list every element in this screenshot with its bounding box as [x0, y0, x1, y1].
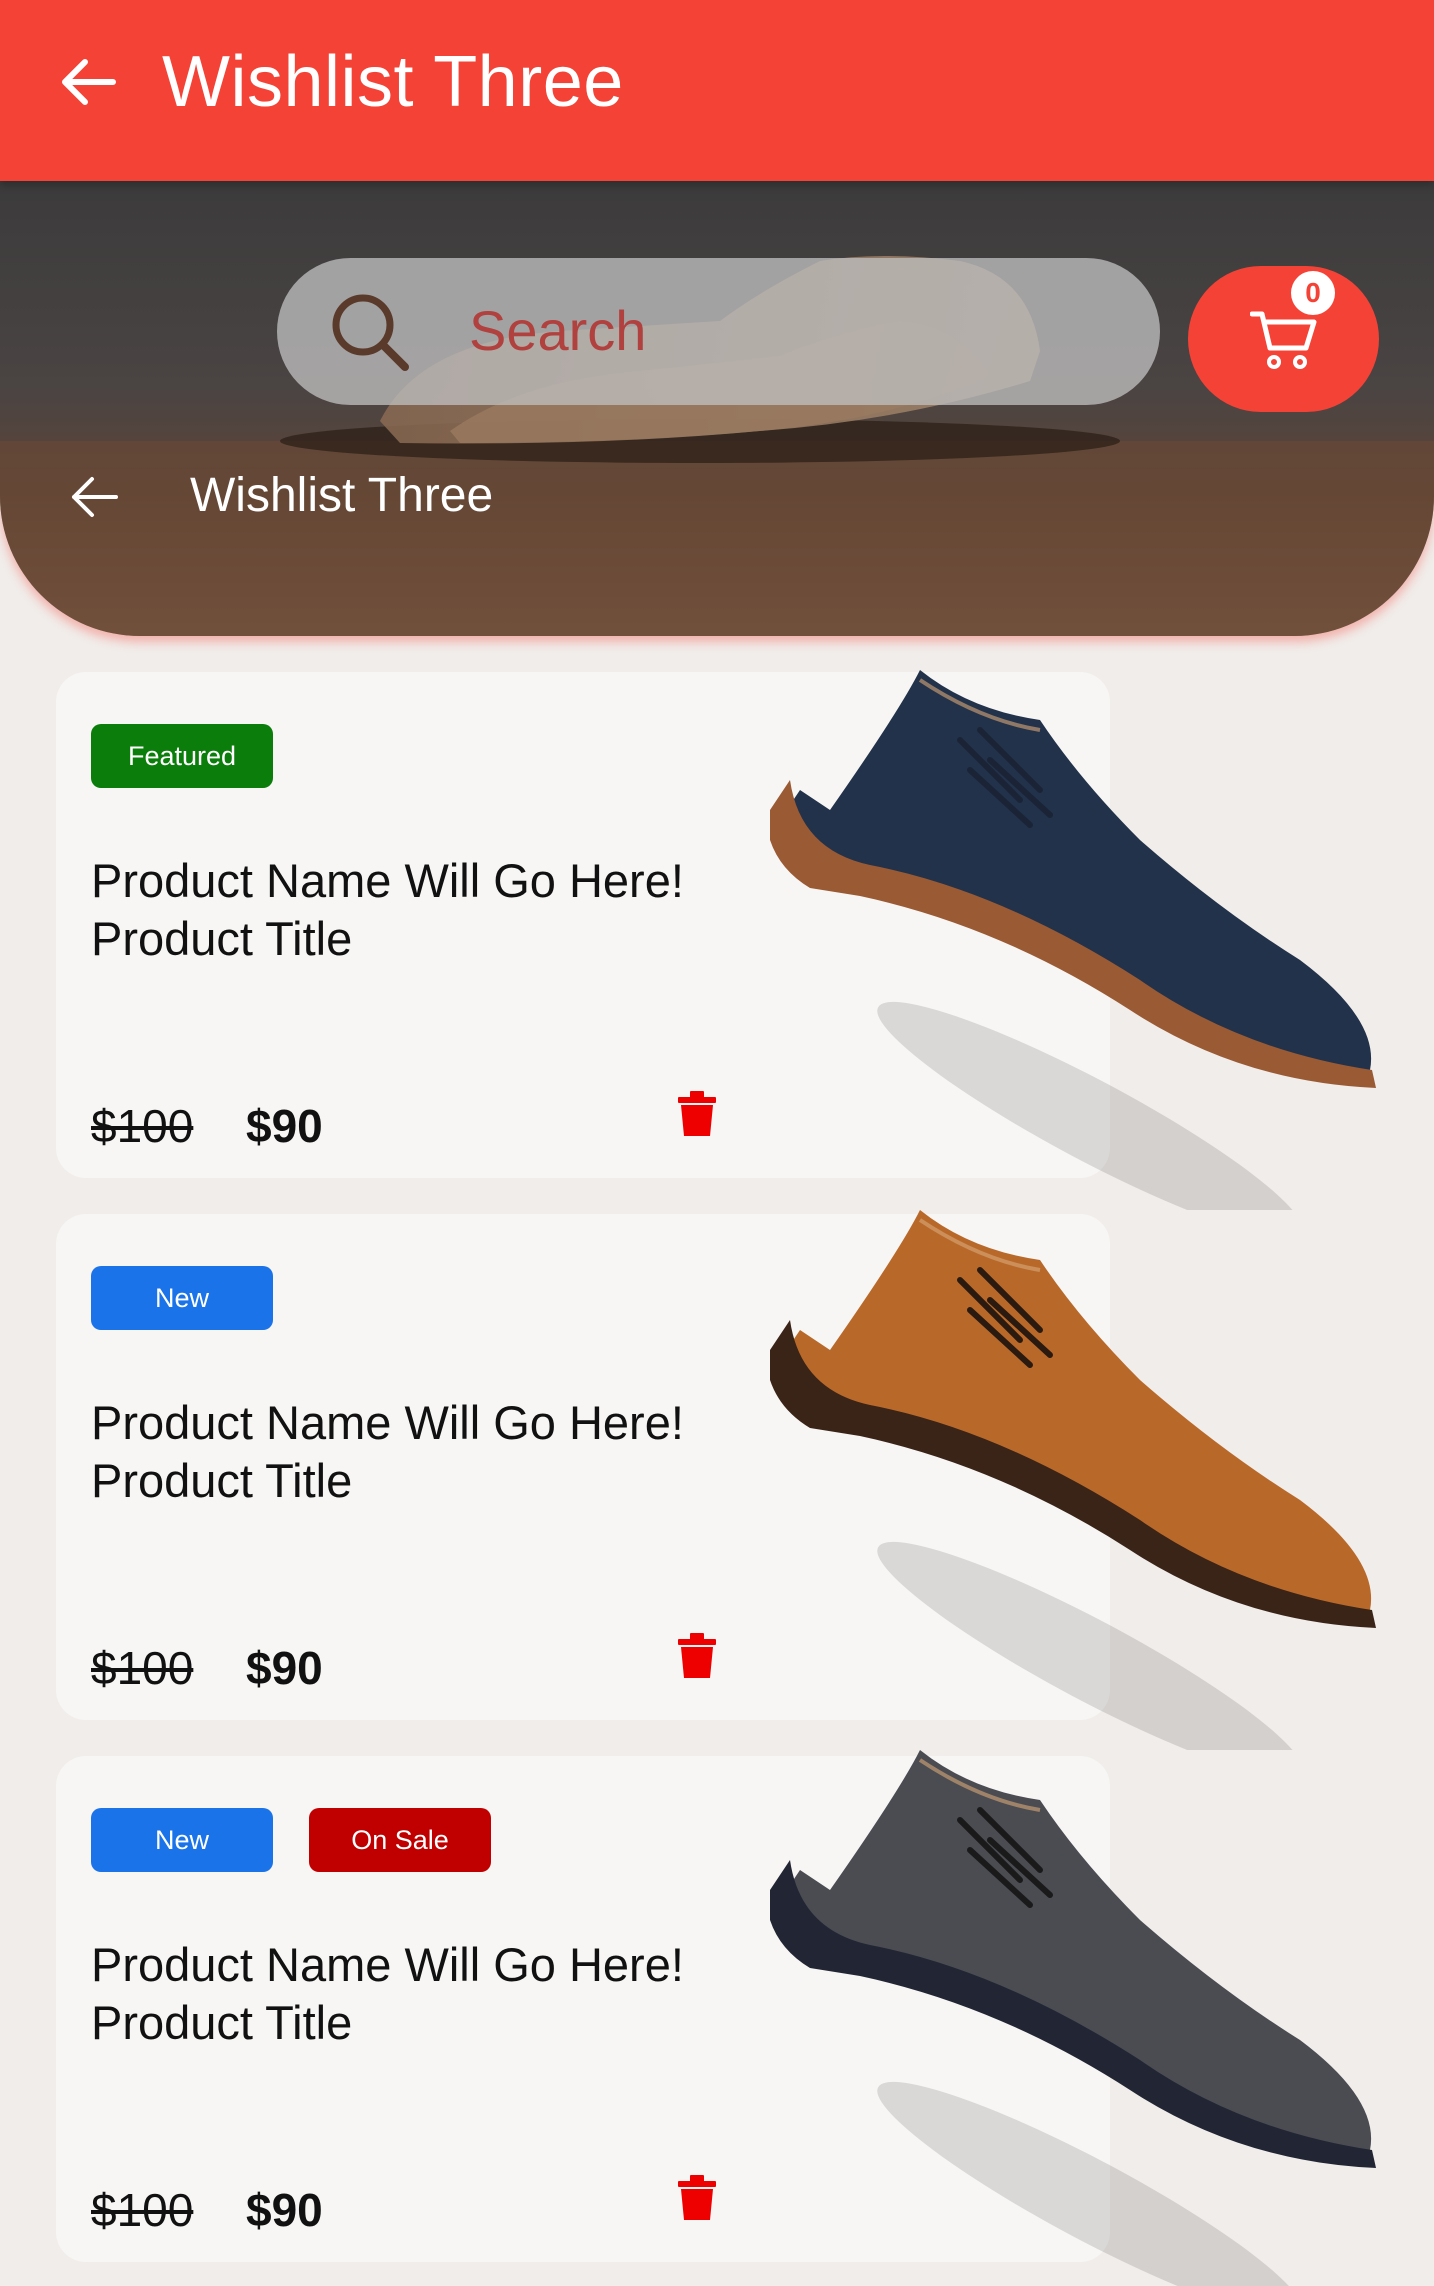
product-old-price: $100 — [91, 1100, 194, 1152]
product-shoe-image — [770, 1210, 1376, 1750]
trash-icon[interactable] — [676, 1090, 718, 1138]
product-badge: On Sale — [309, 1808, 491, 1872]
cart-count-badge: 0 — [1291, 271, 1335, 315]
search-input[interactable]: Search — [469, 298, 646, 364]
trash-icon[interactable] — [676, 1632, 718, 1680]
product-badge: Featured — [91, 724, 273, 788]
hero-title: Wishlist Three — [190, 469, 494, 522]
arrow-back-icon[interactable] — [68, 471, 120, 523]
cart-icon — [1250, 311, 1317, 369]
product-badges: New — [91, 1266, 273, 1330]
product-name: Product Name Will Go Here! Product Title — [91, 854, 684, 965]
product-price: $90 — [246, 1642, 323, 1694]
search-icon — [332, 294, 409, 371]
cart-button[interactable]: 0 — [1188, 266, 1379, 412]
product-shoe-image — [770, 1750, 1376, 2286]
product-badge: New — [91, 1266, 273, 1330]
app-bar: Wishlist Three — [0, 0, 1434, 181]
product-name: Product Name Will Go Here! Product Title — [91, 1396, 684, 1507]
trash-icon[interactable] — [676, 2174, 718, 2222]
product-old-price: $100 — [91, 2184, 194, 2236]
app-bar-title: Wishlist Three — [162, 42, 624, 122]
product-price: $90 — [246, 2184, 323, 2236]
product-name: Product Name Will Go Here! Product Title — [91, 1938, 684, 2049]
product-price: $90 — [246, 1100, 323, 1152]
product-old-price: $100 — [91, 1642, 194, 1694]
product-badges: Featured — [91, 724, 273, 788]
product-shoe-image — [770, 670, 1376, 1210]
arrow-back-icon[interactable] — [55, 50, 119, 114]
product-badges: New On Sale — [91, 1808, 491, 1872]
product-badge: New — [91, 1808, 273, 1872]
hero-header: Search 0 Wishlist Three — [0, 181, 1434, 636]
hero-background-image — [0, 181, 1434, 636]
search-bar[interactable]: Search — [277, 258, 1160, 405]
